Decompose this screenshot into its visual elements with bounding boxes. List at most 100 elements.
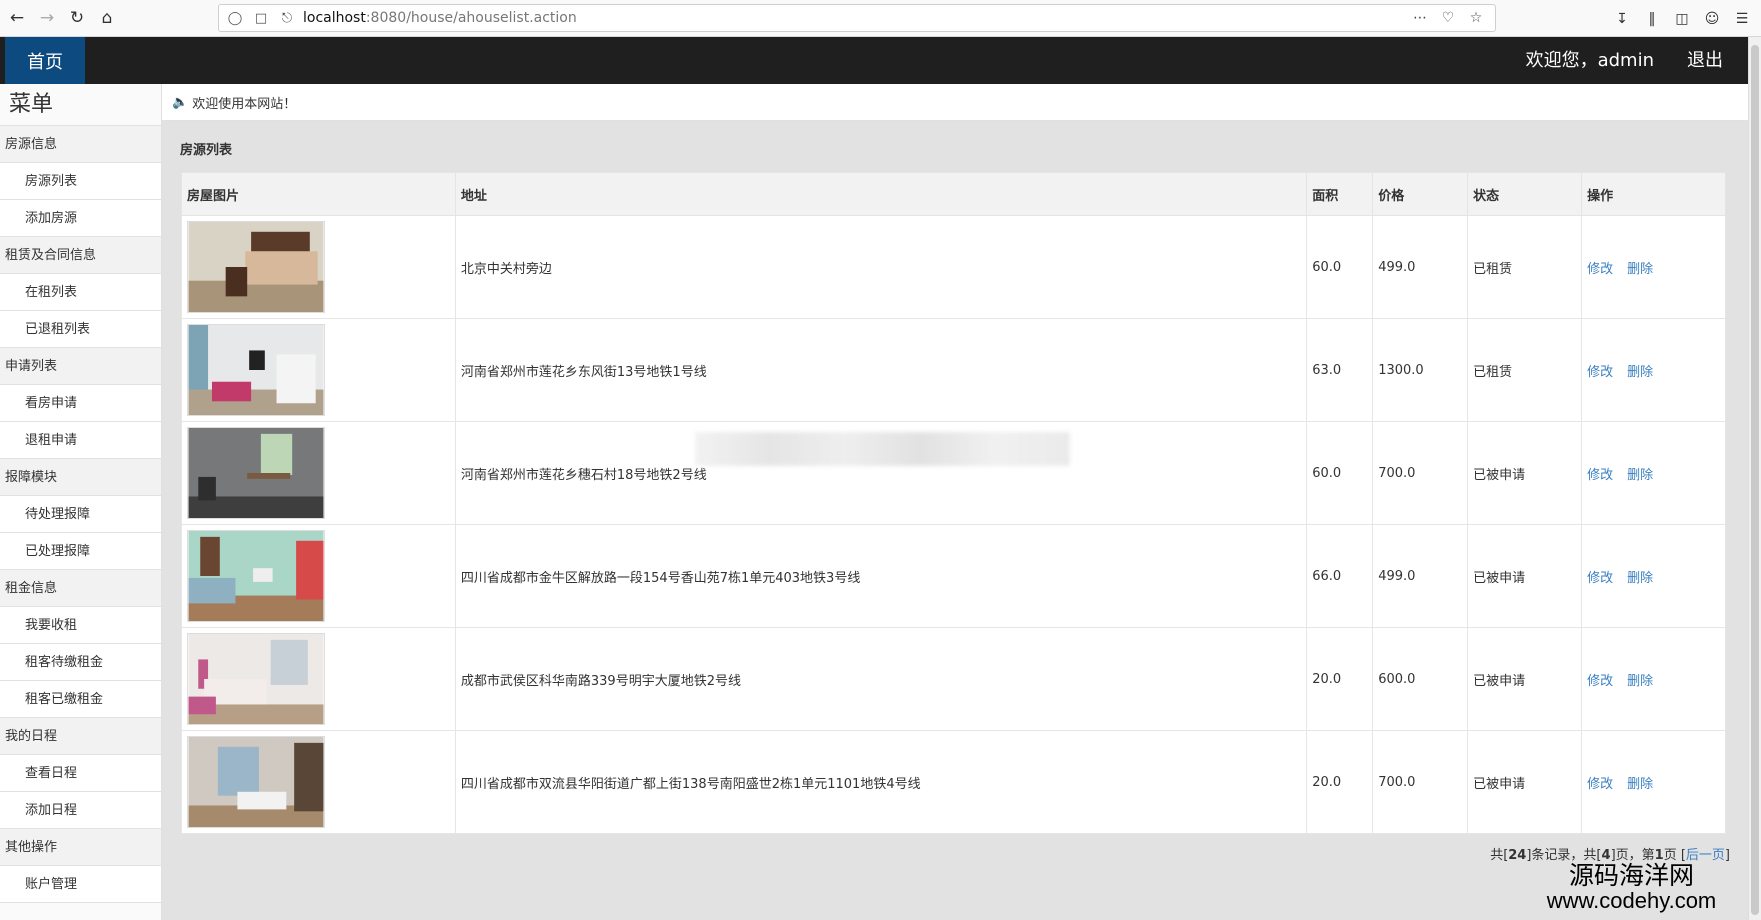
sidebar-item-pending-faults[interactable]: 待处理报障 xyxy=(0,496,161,533)
sidebar-item-return-apply[interactable]: 退租申请 xyxy=(0,422,161,459)
speaker-icon: 🔈 xyxy=(172,94,189,110)
menu-title: 菜单 xyxy=(0,84,161,126)
cell-actions: 修改 删除 xyxy=(1581,524,1726,628)
cell-price: 600.0 xyxy=(1372,627,1469,731)
back-arrow-icon[interactable]: ← xyxy=(4,5,30,31)
delete-link[interactable]: 删除 xyxy=(1627,468,1653,483)
more-icon[interactable]: ⋯ xyxy=(1409,7,1431,29)
sidebar-item-renting-list[interactable]: 在租列表 xyxy=(0,274,161,311)
sidebar-item-add-schedule[interactable]: 添加日程 xyxy=(0,792,161,829)
group-applications[interactable]: 申请列表 xyxy=(0,348,161,385)
cell-address: 北京中关村旁边 xyxy=(454,215,1308,319)
delete-link[interactable]: 删除 xyxy=(1627,365,1653,380)
key-icon[interactable]: ⎋ xyxy=(277,8,297,28)
sidebar-item-add-house[interactable]: 添加房源 xyxy=(0,200,161,237)
panel-title: 房源列表 xyxy=(180,143,233,158)
edit-link[interactable]: 修改 xyxy=(1587,571,1613,586)
notice-text: 欢迎使用本网站！ xyxy=(192,96,297,112)
sidebar-item-unpaid-rent[interactable]: 租客待缴租金 xyxy=(0,644,161,681)
sidebar-item-house-list[interactable]: 房源列表 xyxy=(0,163,161,200)
cell-area: 66.0 xyxy=(1306,524,1374,628)
notice-bar: 🔈 欢迎使用本网站！ xyxy=(162,84,1748,121)
cell-status: 已被申请 xyxy=(1467,730,1583,834)
cell-area: 63.0 xyxy=(1306,318,1374,422)
sidebar-item-account[interactable]: 账户管理 xyxy=(0,866,161,903)
delete-link[interactable]: 删除 xyxy=(1627,674,1653,689)
scrollbar-thumb[interactable] xyxy=(1751,45,1759,915)
page-icon: □ xyxy=(254,10,268,26)
edit-link[interactable]: 修改 xyxy=(1587,777,1613,792)
logout-link[interactable]: 退出 xyxy=(1687,37,1723,84)
pager-text: ] xyxy=(1724,848,1730,863)
house-photo xyxy=(187,633,325,725)
table-header: 房屋图片 地址 面积 价格 状态 操作 xyxy=(181,172,1726,216)
edit-link[interactable]: 修改 xyxy=(1587,262,1613,277)
cell-price: 700.0 xyxy=(1372,730,1469,834)
forward-arrow-icon[interactable]: → xyxy=(34,5,60,31)
col-price: 价格 xyxy=(1372,172,1469,216)
col-actions: 操作 xyxy=(1581,172,1726,216)
delete-link[interactable]: 删除 xyxy=(1627,777,1653,792)
cell-area: 60.0 xyxy=(1306,421,1374,525)
pocket-icon[interactable]: ♡ xyxy=(1437,7,1459,29)
table-row: 河南省郑州市莲花乡东风街13号地铁1号线 63.0 1300.0 已租赁 修改删… xyxy=(181,318,1726,422)
url-host: localhost xyxy=(303,10,366,26)
cell-actions: 修改 删除 xyxy=(1581,421,1726,525)
edit-link[interactable]: 修改 xyxy=(1587,365,1613,380)
sidebar: 菜单 房源信息 房源列表 添加房源 租赁及合同信息 在租列表 已退租列表 申请列… xyxy=(0,84,162,920)
delete-link[interactable]: 删除 xyxy=(1627,262,1653,277)
menu-icon[interactable]: ☰ xyxy=(1729,6,1755,32)
group-lease-contract[interactable]: 租赁及合同信息 xyxy=(0,237,161,274)
group-house-info[interactable]: 房源信息 xyxy=(0,126,161,163)
house-photo xyxy=(187,427,325,519)
cell-actions: 修改 删除 xyxy=(1581,215,1726,319)
pager-text: 共[ xyxy=(1490,848,1509,863)
cell-actions: 修改 删除 xyxy=(1581,627,1726,731)
delete-link[interactable]: 删除 xyxy=(1627,571,1653,586)
sidebar-item-returned-list[interactable]: 已退租列表 xyxy=(0,311,161,348)
cell-address: 成都市武侯区科华南路339号明宇大厦地铁2号线 xyxy=(454,627,1308,731)
cell-status: 已租赁 xyxy=(1467,215,1583,319)
sidebar-item-paid-rent[interactable]: 租客已缴租金 xyxy=(0,681,161,718)
sidebar-item-handled-faults[interactable]: 已处理报障 xyxy=(0,533,161,570)
home-tab[interactable]: 首页 xyxy=(5,37,85,84)
vertical-scrollbar[interactable] xyxy=(1748,37,1761,920)
cell-area: 20.0 xyxy=(1306,730,1374,834)
edit-link[interactable]: 修改 xyxy=(1587,468,1613,483)
cell-actions: 修改 删除 xyxy=(1581,730,1726,834)
house-photo xyxy=(187,221,325,313)
cell-price: 499.0 xyxy=(1372,215,1469,319)
cell-status: 已租赁 xyxy=(1467,318,1583,422)
sidebar-toggle-icon[interactable]: ◫ xyxy=(1669,6,1695,32)
house-photo xyxy=(187,530,325,622)
shield-icon[interactable]: ◯ xyxy=(225,8,245,28)
group-rent[interactable]: 租金信息 xyxy=(0,570,161,607)
sidebar-item-viewing-apply[interactable]: 看房申请 xyxy=(0,385,161,422)
watermark-line2: www.codehy.com xyxy=(1546,888,1717,913)
home-icon[interactable]: ⌂ xyxy=(94,5,120,31)
download-icon[interactable]: ↧ xyxy=(1609,6,1635,32)
col-photo: 房屋图片 xyxy=(181,172,456,216)
group-faults[interactable]: 报障模块 xyxy=(0,459,161,496)
library-icon[interactable]: ‖ xyxy=(1639,6,1665,32)
sidebar-item-collect-rent[interactable]: 我要收租 xyxy=(0,607,161,644)
edit-link[interactable]: 修改 xyxy=(1587,674,1613,689)
watermark: 源码海洋网 www.codehy.com xyxy=(1529,863,1734,913)
cell-address: 四川省成都市双流县华阳街道广都上街138号南阳盛世2栋1单元1101地铁4号线 xyxy=(454,730,1308,834)
col-status: 状态 xyxy=(1467,172,1583,216)
group-other[interactable]: 其他操作 xyxy=(0,829,161,866)
table-row: 四川省成都市双流县华阳街道广都上街138号南阳盛世2栋1单元1101地铁4号线 … xyxy=(181,730,1726,834)
star-icon[interactable]: ☆ xyxy=(1465,7,1487,29)
watermark-line1: 源码海洋网 xyxy=(1568,861,1694,890)
reload-icon[interactable]: ↻ xyxy=(64,5,90,31)
app-header: 首页 欢迎您，admin 退出 xyxy=(0,37,1748,84)
browser-toolbar: ← → ↻ ⌂ ◯ □ ⎋ localhost:8080/house/ahous… xyxy=(0,0,1761,37)
url-path: :8080/house/ahouselist.action xyxy=(365,10,577,26)
address-bar[interactable]: ◯ □ ⎋ localhost:8080/house/ahouselist.ac… xyxy=(218,4,1496,32)
cell-address: 河南省郑州市莲花乡东风街13号地铁1号线 xyxy=(454,318,1308,422)
cell-status: 已被申请 xyxy=(1467,421,1583,525)
sidebar-item-view-schedule[interactable]: 查看日程 xyxy=(0,755,161,792)
col-area: 面积 xyxy=(1306,172,1374,216)
group-schedule[interactable]: 我的日程 xyxy=(0,718,161,755)
account-icon[interactable]: ☺ xyxy=(1699,6,1725,32)
